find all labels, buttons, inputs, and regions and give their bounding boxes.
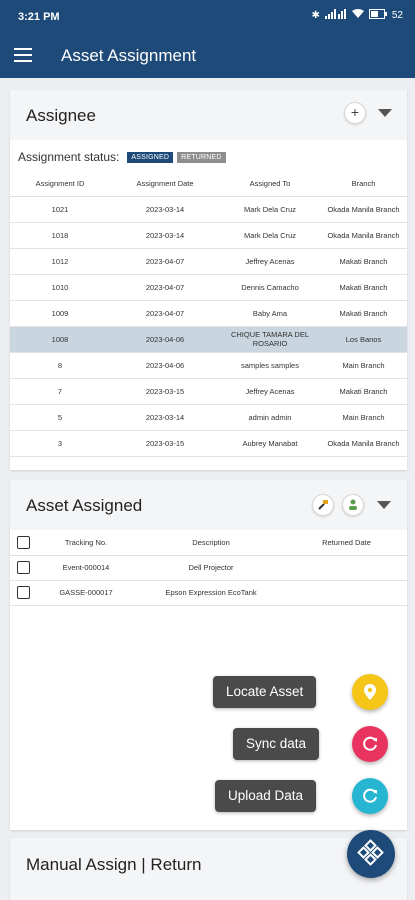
person-icon-button[interactable] (342, 494, 364, 516)
col-assignment-id: Assignment ID (10, 171, 110, 197)
assignee-table-header: Assignment ID Assignment Date Assigned T… (10, 171, 407, 197)
sync-data-fab[interactable] (352, 726, 388, 762)
table-row[interactable]: 1010 2023-04-07 Dennis Camacho Makati Branc… (10, 274, 407, 301)
row-checkbox[interactable] (16, 586, 30, 599)
diamond-grid-icon (357, 839, 384, 866)
assignee-title: Assignee (26, 106, 96, 125)
assignee-header: Assignee + (10, 90, 407, 140)
table-row[interactable]: 1021 2023-03-14 Mark Dela Cruz Okada Manila… (10, 196, 407, 223)
table-row-selected[interactable]: 1008 2023-04-06 CHIQUE TAMARA DEL ROSARIO L… (10, 326, 407, 353)
tool-icon-button[interactable] (312, 494, 334, 516)
col-description: Description (136, 530, 286, 556)
upload-data-fab[interactable] (352, 778, 388, 814)
refresh-icon (363, 736, 377, 751)
asset-assigned-header: Asset Assigned (10, 480, 407, 530)
table-row[interactable]: 1012 2023-04-07 Jeffrey Acenas Makati Branc… (10, 248, 407, 275)
col-tracking-no: Tracking No. (36, 530, 136, 556)
assignment-status-row: Assignment status: ASSIGNED RETURNED (18, 150, 226, 164)
status-bar: 3:21 PM ✱ 52 (0, 0, 415, 34)
table-row[interactable]: 5 2023-03-14 admin admin Main Branch (10, 404, 407, 431)
app-bar: Asset Assignment (0, 34, 415, 78)
col-branch: Branch (320, 171, 407, 197)
sync-data-button[interactable]: Sync data (233, 728, 320, 760)
bluetooth-icon: ✱ (311, 10, 320, 21)
hamburger-menu-icon[interactable] (14, 48, 32, 62)
wifi-icon (351, 9, 364, 22)
select-all-checkbox[interactable] (16, 535, 30, 549)
page-title: Asset Assignment (61, 46, 197, 65)
assigned-badge[interactable]: ASSIGNED (127, 151, 174, 163)
location-pin-icon (364, 684, 376, 700)
manual-assign-title: Manual Assign | Return (26, 855, 202, 874)
table-row[interactable]: 1009 2023-04-07 Baby Ama Makati Branch (10, 300, 407, 327)
locate-asset-fab[interactable] (352, 674, 388, 710)
table-row[interactable]: GASSE-000017 Epson Expression EcoTank (10, 580, 407, 606)
col-assignment-date: Assignment Date (110, 171, 220, 197)
assignee-card: Assignee + Assignment status: ASSIGNED R… (10, 90, 407, 470)
refresh-icon (363, 788, 377, 803)
table-row[interactable]: 3 2023-03-15 Aubrey Manabat Okada Manila Br… (10, 430, 407, 457)
collapse-assignee-icon[interactable] (378, 109, 392, 117)
assignment-status-label: Assignment status: (18, 150, 120, 164)
collapse-asset-assigned-icon[interactable] (377, 501, 391, 509)
table-row[interactable]: 7 2023-03-15 Jeffrey Acenas Makati Branch (10, 378, 407, 405)
locate-asset-button[interactable]: Locate Asset (213, 676, 317, 708)
asset-assigned-table: Tracking No. Description Returned Date E… (10, 530, 407, 606)
row-checkbox[interactable] (16, 561, 30, 574)
table-row[interactable]: 8 2023-04-06 samples samples Main Branch (10, 352, 407, 379)
col-returned-date: Returned Date (286, 530, 407, 556)
returned-badge[interactable]: RETURNED (177, 151, 226, 163)
upload-data-button[interactable]: Upload Data (215, 780, 317, 812)
signal-icon (324, 9, 347, 22)
battery-level: 52 (391, 10, 403, 21)
asset-assigned-title: Asset Assigned (26, 496, 143, 515)
table-row[interactable]: 1018 2023-03-14 Mark Dela Cruz Okada Manila… (10, 222, 407, 249)
col-assigned-to: Assigned To (220, 171, 320, 197)
add-assignee-button[interactable]: + (344, 102, 366, 124)
speed-dial-main-fab[interactable] (347, 830, 395, 878)
battery-icon (368, 9, 387, 22)
asset-table-header: Tracking No. Description Returned Date (10, 530, 407, 556)
asset-assigned-card: Asset Assigned Tracking No. Description … (10, 480, 407, 830)
system-icons: ✱ 52 (311, 9, 403, 22)
table-row[interactable]: Event-000014 Dell Projector (10, 555, 407, 581)
status-time: 3:21 PM (18, 11, 60, 23)
assignee-table: Assignment ID Assignment Date Assigned T… (10, 171, 407, 457)
